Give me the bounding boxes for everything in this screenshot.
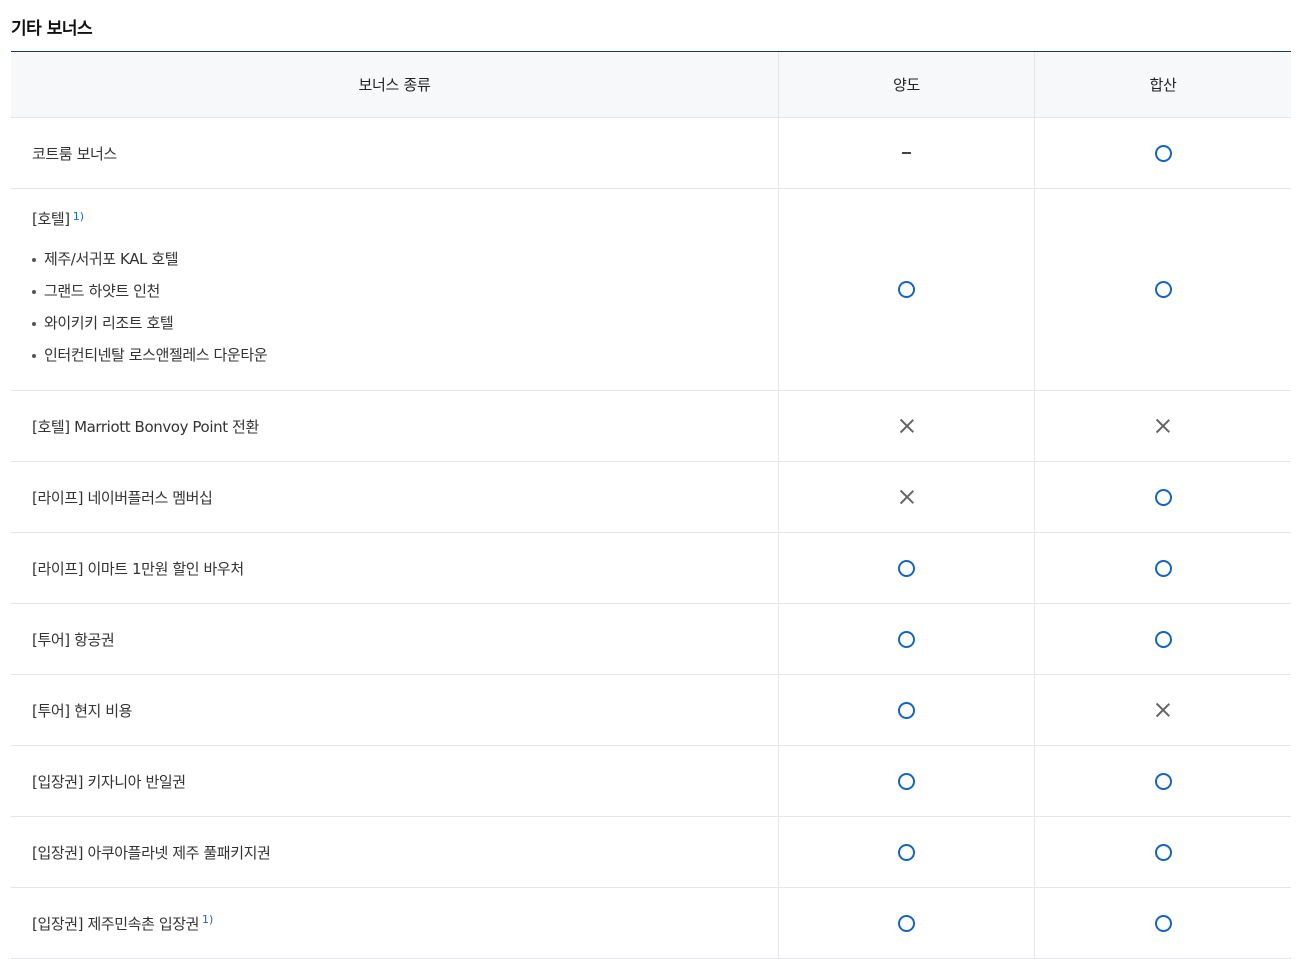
bonus-type-label: 코트룸 보너스 (32, 144, 117, 163)
combine-mark circle-icon (1154, 843, 1172, 861)
bonus-type-cell: [입장권] 제주민속촌 입장권 1) (11, 888, 779, 958)
combine-cell (1035, 189, 1291, 390)
list-item: 와이키키 리조트 호텔 (32, 307, 267, 339)
bonus-type-label: [투어] 현지 비용 (32, 701, 133, 720)
header-combine-label: 합산 (1149, 76, 1177, 94)
transfer-cell (779, 604, 1035, 674)
combine-mark circle-icon (1154, 488, 1172, 506)
combine-cell (1035, 118, 1291, 188)
bonus-type-cell: [호텔] 1) 제주/서귀포 KAL 호텔 그랜드 하얏트 인천 와이키키 리조트… (11, 189, 779, 390)
transfer-mark dash-icon (902, 152, 911, 154)
header-transfer-label: 양도 (892, 76, 920, 94)
table-row: [입장권] 제주민속촌 입장권 1) (11, 888, 1291, 959)
footnote-ref[interactable]: 1) (73, 210, 84, 223)
combine-cell (1035, 462, 1291, 532)
combine-mark circle-icon (1154, 630, 1172, 648)
transfer-cell (779, 462, 1035, 532)
section-title: 기타 보너스 (11, 19, 93, 39)
header-cell-transfer: 양도 (779, 52, 1035, 117)
table-row: [호텔] Marriott Bonvoy Point 전환 (11, 391, 1291, 462)
transfer-cell (779, 533, 1035, 603)
combine-mark circle-icon (1154, 559, 1172, 577)
transfer-mark circle-icon (898, 701, 915, 719)
combine-cell (1035, 746, 1291, 816)
transfer-cell (779, 118, 1035, 188)
combine-cell (1035, 391, 1291, 461)
table-row: [입장권] 키자니아 반일권 (11, 746, 1291, 817)
transfer-cell (779, 391, 1035, 461)
list-item: 제주/서귀포 KAL 호텔 (32, 243, 267, 275)
bonus-type-label: [호텔] Marriott Bonvoy Point 전환 (32, 417, 259, 436)
bonus-type-label: [입장권] 아쿠아플라넷 제주 풀패키지권 (32, 843, 271, 862)
transfer-cell (779, 817, 1035, 887)
list-item: 그랜드 하얏트 인천 (32, 275, 267, 307)
bonus-type-label: [라이프] 네이버플러스 멤버십 (32, 488, 213, 507)
transfer-mark circle-icon (898, 843, 915, 861)
header-cell-combine: 합산 (1035, 52, 1291, 117)
bonus-type-label: [투어] 항공권 (32, 630, 115, 649)
table-row: [투어] 항공권 (11, 604, 1291, 675)
combine-cell (1035, 604, 1291, 674)
transfer-mark circle-icon (898, 914, 915, 932)
bonus-type-cell: [라이프] 네이버플러스 멤버십 (11, 462, 779, 532)
table-header: 보너스 종류 양도 합산 (11, 52, 1291, 118)
bonus-type-cell: [입장권] 아쿠아플라넷 제주 풀패키지권 (11, 817, 779, 887)
transfer-mark circle-icon (898, 772, 915, 790)
transfer-mark circle-icon (898, 630, 915, 648)
bonus-type-cell: [투어] 항공권 (11, 604, 779, 674)
transfer-cell (779, 746, 1035, 816)
table-row: [라이프] 이마트 1만원 할인 바우처 (11, 533, 1291, 604)
combine-cell (1035, 675, 1291, 745)
table-row: 코트룸 보너스 (11, 118, 1291, 189)
combine-mark cross-icon (1155, 418, 1171, 434)
transfer-cell (779, 888, 1035, 958)
transfer-cell (779, 675, 1035, 745)
table-row: [라이프] 네이버플러스 멤버십 (11, 462, 1291, 533)
bonus-type-label: [라이프] 이마트 1만원 할인 바우처 (32, 559, 244, 578)
bonus-type-cell: [라이프] 이마트 1만원 할인 바우처 (11, 533, 779, 603)
hotel-list: 제주/서귀포 KAL 호텔 그랜드 하얏트 인천 와이키키 리조트 호텔 인터컨… (32, 243, 268, 371)
combine-cell (1035, 817, 1291, 887)
hotel-heading: [호텔] 1) (32, 208, 84, 229)
combine-mark circle-icon (1154, 281, 1172, 298)
combine-mark cross-icon (1155, 702, 1171, 718)
bonus-type-label: [입장권] 제주민속촌 입장권 (32, 914, 200, 933)
bonus-type-cell: [호텔] Marriott Bonvoy Point 전환 (11, 391, 779, 461)
bonus-type-cell: 코트룸 보너스 (11, 118, 779, 188)
footnote-ref[interactable]: 1) (202, 913, 213, 926)
bonus-type-cell: [입장권] 키자니아 반일권 (11, 746, 779, 816)
bonus-type-label: [호텔] (32, 210, 70, 228)
combine-mark circle-icon (1154, 144, 1172, 162)
combine-mark circle-icon (1154, 914, 1172, 932)
transfer-mark circle-icon (898, 559, 915, 577)
header-type-label: 보너스 종류 (358, 76, 431, 94)
table-row: [호텔] 1) 제주/서귀포 KAL 호텔 그랜드 하얏트 인천 와이키키 리조트… (11, 189, 1291, 391)
combine-cell (1035, 888, 1291, 958)
transfer-cell (779, 189, 1035, 390)
table-row: [입장권] 아쿠아플라넷 제주 풀패키지권 (11, 817, 1291, 888)
combine-cell (1035, 533, 1291, 603)
bonus-type-cell: [투어] 현지 비용 (11, 675, 779, 745)
bonus-table: 보너스 종류 양도 합산 코트룸 보너스 [호텔] 1) 제주/서귀포 KAL 호… (11, 51, 1291, 959)
transfer-mark circle-icon (898, 281, 915, 298)
transfer-mark cross-icon (899, 418, 915, 434)
transfer-mark cross-icon (899, 489, 915, 505)
bonus-type-label: [입장권] 키자니아 반일권 (32, 772, 186, 791)
table-row: [투어] 현지 비용 (11, 675, 1291, 746)
combine-mark circle-icon (1154, 772, 1172, 790)
list-item: 인터컨티넨탈 로스앤젤레스 다운타운 (32, 339, 268, 371)
header-cell-type: 보너스 종류 (11, 52, 779, 117)
